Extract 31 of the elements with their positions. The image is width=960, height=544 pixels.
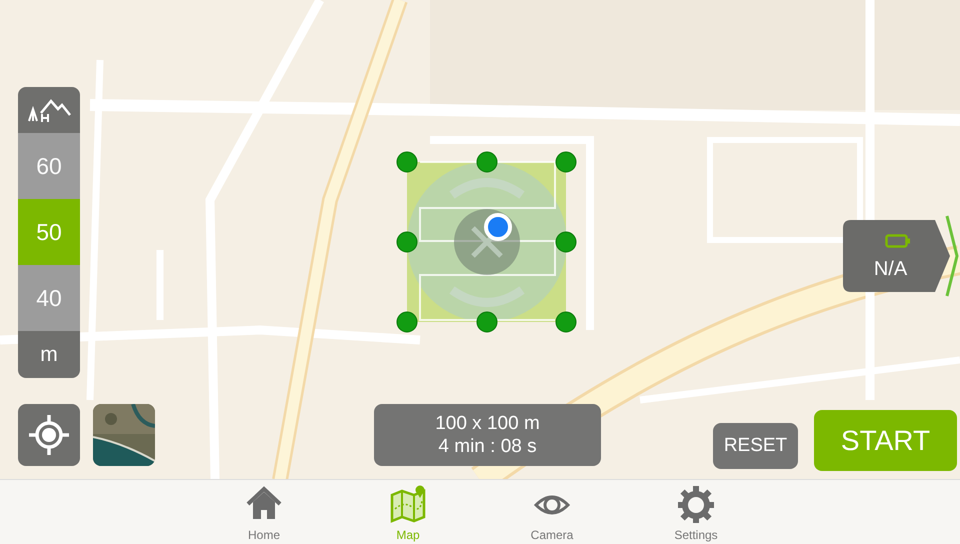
battery-icon xyxy=(885,234,910,248)
location-dot xyxy=(484,213,512,241)
altitude-option[interactable]: 60 xyxy=(18,133,80,199)
settings-icon xyxy=(678,486,714,523)
tab-item[interactable]: Camera xyxy=(480,480,624,544)
flight-duration: 4 min : 08 s xyxy=(438,436,537,457)
resize-handle[interactable] xyxy=(556,312,576,332)
altitude-mountain-icon xyxy=(28,99,71,123)
altitude-unit: m xyxy=(18,331,80,378)
battery-status: N/A xyxy=(872,258,908,281)
reset-button[interactable]: RESET xyxy=(713,423,798,469)
expand-chevron-icon[interactable] xyxy=(945,214,960,298)
resize-handle[interactable] xyxy=(396,152,418,172)
area-size: 100 x 100 m xyxy=(435,413,540,434)
tab-item[interactable]: Settings xyxy=(624,480,768,544)
resize-handle[interactable] xyxy=(556,152,576,172)
map-icon xyxy=(390,486,426,523)
home-icon xyxy=(246,486,282,519)
eye-icon xyxy=(534,496,570,514)
crosshair-icon xyxy=(27,413,71,457)
locate-button[interactable] xyxy=(18,404,80,466)
resize-handle[interactable] xyxy=(396,312,418,332)
tab-item[interactable]: Home xyxy=(192,480,336,544)
resize-handle[interactable] xyxy=(556,232,576,252)
start-button[interactable]: START xyxy=(814,410,957,471)
altitude-option[interactable]: 50 xyxy=(18,199,80,265)
altitude-option[interactable]: 40 xyxy=(18,265,80,331)
resize-handle[interactable] xyxy=(476,152,498,172)
resize-handle[interactable] xyxy=(476,312,498,332)
tab-item[interactable]: Map xyxy=(336,480,480,544)
resize-handle[interactable] xyxy=(396,232,418,252)
